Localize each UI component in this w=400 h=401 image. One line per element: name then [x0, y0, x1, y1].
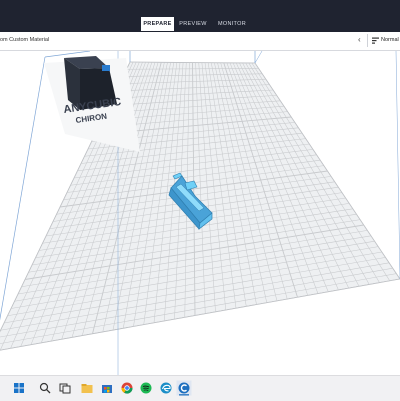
- stage-tabs: PREPARE PREVIEW MONITOR: [141, 17, 256, 32]
- file-explorer-icon[interactable]: [80, 381, 94, 395]
- chrome-icon[interactable]: [120, 381, 134, 395]
- tab-prepare[interactable]: PREPARE: [141, 17, 174, 31]
- build-volume-edge: [44, 51, 91, 58]
- windows-taskbar: [0, 375, 400, 401]
- edge-icon[interactable]: [159, 381, 173, 395]
- windows-start-icon[interactable]: [12, 381, 26, 395]
- print-settings-icon[interactable]: [372, 37, 379, 44]
- search-icon[interactable]: [38, 381, 52, 395]
- build-plate-scene[interactable]: ANYCUBIC CHIRON: [0, 51, 400, 375]
- tab-preview[interactable]: PREVIEW: [178, 17, 208, 31]
- settings-bar: om Custom Material ‹ Normal: [0, 32, 400, 51]
- spotify-icon[interactable]: [139, 381, 153, 395]
- printer-logo: ANYCUBIC CHIRON: [44, 56, 140, 152]
- build-volume-edge: [395, 51, 400, 280]
- cura-icon[interactable]: [176, 380, 192, 396]
- chevron-left-icon[interactable]: ‹: [358, 35, 361, 44]
- material-label[interactable]: om Custom Material: [0, 37, 49, 43]
- app-header: PREPARE PREVIEW MONITOR: [0, 0, 400, 32]
- build-volume-edge: [254, 51, 263, 64]
- store-icon[interactable]: [100, 381, 114, 395]
- task-view-icon[interactable]: [58, 381, 72, 395]
- 3d-viewport[interactable]: ANYCUBIC CHIRON: [0, 51, 400, 375]
- divider: [367, 34, 368, 47]
- print-profile-label[interactable]: Normal: [381, 37, 399, 43]
- tab-monitor[interactable]: MONITOR: [212, 17, 252, 31]
